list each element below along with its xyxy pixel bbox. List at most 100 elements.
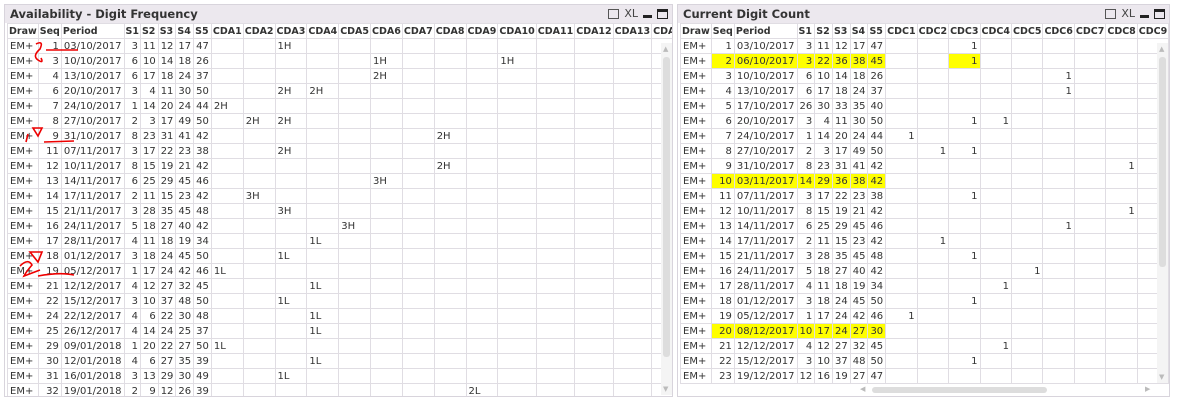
column-header-cdc7[interactable]: CDC7 (1073, 23, 1107, 39)
panel-title-bar[interactable]: Current Digit Count XL (678, 5, 1169, 23)
table-row[interactable]: EM+ 7 24/10/2017 1 14 20 24 44 1 (680, 128, 1169, 144)
scroll-down-arrow-icon[interactable]: ▼ (1159, 373, 1164, 381)
minimize-icon[interactable] (643, 15, 652, 18)
table-row[interactable]: EM+ 13 14/11/2017 6 25 29 45 46 3H (7, 173, 672, 189)
table-row[interactable]: EM+ 3 10/10/2017 6 10 14 18 26 1H 1H (7, 53, 672, 69)
column-header-cdc8[interactable]: CDC8 (1105, 23, 1138, 39)
vertical-scrollbar[interactable]: ▲ ▼ (1157, 43, 1168, 383)
table-row[interactable]: EM+ 1 03/10/2017 3 11 12 17 47 1 (680, 38, 1169, 54)
column-header-s2[interactable]: S2 (139, 23, 159, 39)
table-row[interactable]: EM+ 24 22/12/2017 4 6 22 30 48 1L (7, 308, 672, 324)
column-header-cda9[interactable]: CDA9 (465, 23, 499, 39)
scroll-up-arrow-icon[interactable]: ▲ (663, 45, 668, 53)
scroll-down-arrow-icon[interactable]: ▼ (663, 385, 668, 393)
panel-title-bar[interactable]: Availability - Digit Frequency XL (5, 5, 672, 23)
column-header-cda13[interactable]: CDA13 (612, 23, 653, 39)
column-header-s1[interactable]: S1 (796, 23, 816, 39)
column-header-cda4[interactable]: CDA4 (306, 23, 340, 39)
table-row[interactable]: EM+ 10 03/11/2017 14 29 36 38 42 (680, 173, 1169, 189)
column-header-period[interactable]: Period (60, 23, 125, 39)
table-row[interactable]: EM+ 8 27/10/2017 2 3 17 49 50 2H 2H (7, 113, 672, 129)
column-header-s5[interactable]: S5 (867, 23, 887, 39)
column-header-cdc10[interactable]: CDC10 (1168, 23, 1169, 39)
column-header-cda3[interactable]: CDA3 (274, 23, 308, 39)
column-header-draw[interactable]: Draw (680, 23, 712, 39)
column-header-seq[interactable]: Seq (37, 23, 62, 39)
column-header-s1[interactable]: S1 (123, 23, 141, 39)
column-header-cda10[interactable]: CDA10 (497, 23, 537, 39)
column-header-cda1[interactable]: CDA1 (210, 23, 244, 39)
column-header-cda6[interactable]: CDA6 (370, 23, 403, 39)
column-header-s4[interactable]: S4 (849, 23, 869, 39)
table-row[interactable]: EM+ 19 05/12/2017 1 17 24 42 46 1 (680, 308, 1169, 324)
table-row[interactable]: EM+ 21 12/12/2017 4 12 27 32 45 1 (680, 338, 1169, 354)
column-header-s5[interactable]: S5 (193, 23, 212, 39)
export-excel-button[interactable]: XL (1121, 7, 1135, 20)
column-header-cdc2[interactable]: CDC2 (916, 23, 950, 39)
scroll-right-arrow-icon[interactable]: ▶ (1145, 385, 1150, 393)
scrollbar-thumb[interactable] (872, 387, 1047, 393)
table-row[interactable]: EM+ 6 20/10/2017 3 4 11 30 50 1 1 (680, 113, 1169, 129)
column-header-cda11[interactable]: CDA11 (535, 23, 576, 39)
table-row[interactable]: EM+ 19 05/12/2017 1 17 24 42 46 1L (7, 263, 672, 279)
table-row[interactable]: EM+ 30 12/01/2018 4 6 27 35 39 1L (7, 353, 672, 369)
column-header-cdc6[interactable]: CDC6 (1042, 23, 1075, 39)
table-row[interactable]: EM+ 17 28/11/2017 4 11 18 19 34 1L (7, 233, 672, 249)
table-row[interactable]: EM+ 13 14/11/2017 6 25 29 45 46 1 (680, 218, 1169, 234)
horizontal-scrollbar[interactable]: ◀ ▶ (860, 385, 1155, 395)
table-row[interactable]: EM+ 7 24/10/2017 1 14 20 24 44 2H (7, 98, 672, 114)
table-row[interactable]: EM+ 4 13/10/2017 6 17 18 24 37 1 (680, 83, 1169, 99)
table-row[interactable]: EM+ 17 28/11/2017 4 11 18 19 34 1 (680, 278, 1169, 294)
table-row[interactable]: EM+ 29 09/01/2018 1 20 22 27 50 1L (7, 338, 672, 354)
print-icon[interactable] (1105, 8, 1117, 19)
column-header-draw[interactable]: Draw (7, 23, 39, 39)
scrollbar-thumb[interactable] (663, 57, 670, 357)
maximize-icon[interactable] (657, 8, 668, 19)
table-row[interactable]: EM+ 22 15/12/2017 3 10 37 48 50 1L (7, 293, 672, 309)
column-header-s2[interactable]: S2 (814, 23, 833, 39)
column-header-cdc3[interactable]: CDC3 (948, 23, 981, 39)
table-row[interactable]: EM+ 15 21/11/2017 3 28 35 45 48 3H (7, 203, 672, 219)
table-row[interactable]: EM+ 5 17/10/2017 26 30 33 35 40 (680, 98, 1169, 114)
column-header-cdc5[interactable]: CDC5 (1010, 23, 1044, 39)
print-icon[interactable] (608, 8, 620, 19)
column-header-cdc9[interactable]: CDC9 (1136, 23, 1169, 39)
table-row[interactable]: EM+ 23 19/12/2017 12 16 19 27 47 (680, 368, 1169, 384)
vertical-scrollbar[interactable]: ▲ ▼ (661, 43, 672, 395)
table-row[interactable]: EM+ 1 03/10/2017 3 11 12 17 47 1H (7, 38, 672, 54)
table-row[interactable]: EM+ 31 16/01/2018 3 13 29 30 49 1L (7, 368, 672, 384)
column-header-s3[interactable]: S3 (831, 23, 851, 39)
column-header-cda7[interactable]: CDA7 (401, 23, 435, 39)
scroll-left-arrow-icon[interactable]: ◀ (860, 385, 865, 393)
table-row[interactable]: EM+ 11 07/11/2017 3 17 22 23 38 2H (7, 143, 672, 159)
table-row[interactable]: EM+ 9 31/10/2017 8 23 31 41 42 2H (7, 128, 672, 144)
column-header-cda2[interactable]: CDA2 (242, 23, 276, 39)
table-row[interactable]: EM+ 6 20/10/2017 3 4 11 30 50 2H 2H (7, 83, 672, 99)
column-header-seq[interactable]: Seq (710, 23, 735, 39)
table-row[interactable]: EM+ 18 01/12/2017 3 18 24 45 50 1 (680, 293, 1169, 309)
column-header-cda8[interactable]: CDA8 (433, 23, 467, 39)
table-row[interactable]: EM+ 12 10/11/2017 8 15 19 21 42 2H (7, 158, 672, 174)
maximize-icon[interactable] (1154, 8, 1165, 19)
table-row[interactable]: EM+ 8 27/10/2017 2 3 17 49 50 1 1 (680, 143, 1169, 159)
table-row[interactable]: EM+ 14 17/11/2017 2 11 15 23 42 1 (680, 233, 1169, 249)
column-header-period[interactable]: Period (733, 23, 798, 39)
column-header-cda5[interactable]: CDA5 (338, 23, 372, 39)
table-row[interactable]: EM+ 2 06/10/2017 3 22 36 38 45 1 (680, 53, 1169, 69)
table-row[interactable]: EM+ 12 10/11/2017 8 15 19 21 42 1 (680, 203, 1169, 219)
table-row[interactable]: EM+ 16 24/11/2017 5 18 27 40 42 3H (7, 218, 672, 234)
table-row[interactable]: EM+ 14 17/11/2017 2 11 15 23 42 3H (7, 188, 672, 204)
table-row[interactable]: EM+ 15 21/11/2017 3 28 35 45 48 1 (680, 248, 1169, 264)
scroll-up-arrow-icon[interactable]: ▲ (1159, 45, 1164, 53)
table-row[interactable]: EM+2008/12/20171017242730 1 (680, 323, 1169, 339)
table-row[interactable]: EM+ 21 12/12/2017 4 12 27 32 45 1L (7, 278, 672, 294)
table-row[interactable]: EM+ 25 26/12/2017 4 14 24 25 37 1L (7, 323, 672, 339)
minimize-icon[interactable] (1140, 15, 1149, 18)
table-row[interactable]: EM+2215/12/2017310374850 1 1 (680, 353, 1169, 369)
column-header-s3[interactable]: S3 (157, 23, 177, 39)
table-row[interactable]: EM+ 16 24/11/2017 5 18 27 40 42 1 (680, 263, 1169, 279)
table-row[interactable]: EM+ 4 13/10/2017 6 17 18 24 37 2H (7, 68, 672, 84)
column-header-cda12[interactable]: CDA12 (574, 23, 614, 39)
column-header-cdc1[interactable]: CDC1 (885, 23, 918, 39)
column-header-cda14[interactable]: CDA14 (651, 23, 672, 39)
